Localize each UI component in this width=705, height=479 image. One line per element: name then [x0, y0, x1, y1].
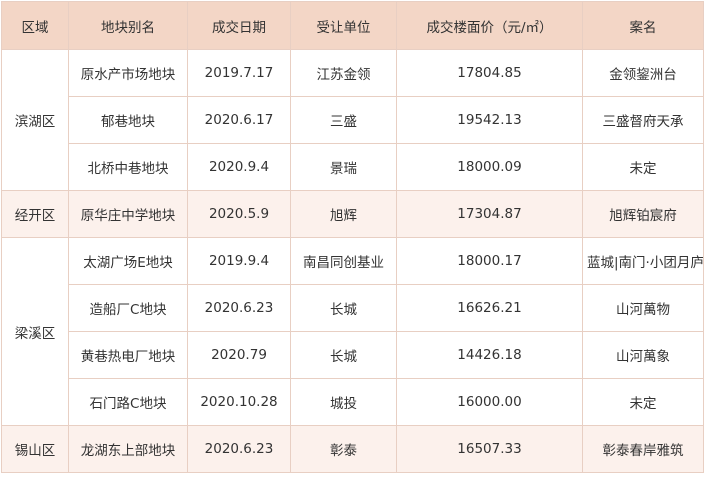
- district-cell: 经开区: [1, 190, 69, 238]
- project-name-cell: 蓝城|南门·小团月庐: [582, 237, 704, 285]
- floor-price-cell: 14426.18: [396, 331, 583, 379]
- deal-date-cell: 2020.79: [187, 331, 291, 379]
- plot-alias-cell: 太湖广场E地块: [68, 237, 188, 285]
- buyer-cell: 长城: [290, 331, 397, 379]
- plot-alias-cell: 原水产市场地块: [68, 49, 188, 97]
- plot-alias-cell: 黄巷热电厂地块: [68, 331, 188, 379]
- table-row: 郁巷地块 2020.6.17 三盛 19542.13 三盛督府天承: [2, 96, 704, 144]
- buyer-cell: 三盛: [290, 96, 397, 144]
- table-row: 滨湖区 原水产市场地块 2019.7.17 江苏金领 17804.85 金领鋆洲台: [1, 49, 704, 191]
- floor-price-cell: 18000.17: [396, 237, 583, 285]
- floor-price-cell: 16507.33: [396, 425, 583, 473]
- table-header-row: 区域 地块别名 成交日期 受让单位 成交楼面价（元/㎡） 案名: [1, 1, 704, 50]
- deal-date-cell: 2020.5.9: [187, 190, 291, 238]
- project-name-cell: 山河萬物: [582, 284, 704, 332]
- plot-alias-cell: 郁巷地块: [68, 96, 188, 144]
- table-row: 北桥中巷地块 2020.9.4 景瑞 18000.09 未定: [2, 143, 704, 191]
- floor-price-cell: 19542.13: [396, 96, 583, 144]
- floor-price-cell: 17804.85: [396, 49, 583, 97]
- plot-alias-cell: 原华庄中学地块: [68, 190, 188, 238]
- project-name-cell: 金领鋆洲台: [582, 49, 704, 97]
- deal-date-cell: 2020.6.23: [187, 284, 291, 332]
- table-row: 梁溪区 太湖广场E地块 2019.9.4 南昌同创基业 18000.17 蓝城|南门·小团…: [1, 237, 704, 426]
- header-floor-price: 成交楼面价（元/㎡）: [396, 1, 583, 50]
- district-cell: 滨湖区: [1, 49, 69, 191]
- buyer-cell: 城投: [290, 378, 397, 426]
- table-row: 造船厂C地块 2020.6.23 长城 16626.21 山河萬物: [2, 284, 704, 332]
- floor-price-cell: 18000.09: [396, 143, 583, 191]
- table-body: 滨湖区 原水产市场地块 2019.7.17 江苏金领 17804.85 金领鋆洲台 郁巷地块…: [1, 49, 704, 473]
- header-project-name: 案名: [582, 1, 704, 50]
- table-row: 黄巷热电厂地块 2020.79 长城 14426.18 山河萬象: [2, 331, 704, 379]
- plot-alias-cell: 造船厂C地块: [68, 284, 188, 332]
- table-row: 石门路C地块 2020.10.28 城投 16000.00 未定: [2, 378, 704, 426]
- floor-price-cell: 16626.21: [396, 284, 583, 332]
- header-deal-date: 成交日期: [187, 1, 291, 50]
- plot-alias-cell: 石门路C地块: [68, 378, 188, 426]
- project-name-cell: 山河萬象: [582, 331, 704, 379]
- buyer-cell: 江苏金领: [290, 49, 397, 97]
- project-name-cell: 未定: [582, 143, 704, 191]
- deal-date-cell: 2020.6.17: [187, 96, 291, 144]
- floor-price-cell: 17304.87: [396, 190, 583, 238]
- project-name-cell: 三盛督府天承: [582, 96, 704, 144]
- header-district: 区域: [1, 1, 69, 50]
- deal-date-cell: 2019.7.17: [187, 49, 291, 97]
- buyer-cell: 长城: [290, 284, 397, 332]
- project-name-cell: 未定: [582, 378, 704, 426]
- header-plot-alias: 地块别名: [68, 1, 188, 50]
- deal-date-cell: 2019.9.4: [187, 237, 291, 285]
- plot-alias-cell: 北桥中巷地块: [68, 143, 188, 191]
- table-row: 经开区 原华庄中学地块 2020.5.9 旭辉 17304.87 旭辉铂宸府: [1, 190, 704, 238]
- buyer-cell: 旭辉: [290, 190, 397, 238]
- district-cell: 梁溪区: [1, 237, 69, 426]
- deal-date-cell: 2020.9.4: [187, 143, 291, 191]
- project-name-cell: 彰泰春岸雅筑: [582, 425, 704, 473]
- buyer-cell: 彰泰: [290, 425, 397, 473]
- plot-alias-cell: 龙湖东上部地块: [68, 425, 188, 473]
- header-buyer: 受让单位: [290, 1, 397, 50]
- floor-price-cell: 16000.00: [396, 378, 583, 426]
- table-row: 锡山区 龙湖东上部地块 2020.6.23 彰泰 16507.33 彰泰春岸雅筑: [1, 425, 704, 473]
- deal-date-cell: 2020.10.28: [187, 378, 291, 426]
- buyer-cell: 南昌同创基业: [290, 237, 397, 285]
- project-name-cell: 旭辉铂宸府: [582, 190, 704, 238]
- buyer-cell: 景瑞: [290, 143, 397, 191]
- deal-date-cell: 2020.6.23: [187, 425, 291, 473]
- district-cell: 锡山区: [1, 425, 69, 473]
- land-transaction-table: 区域 地块别名 成交日期 受让单位 成交楼面价（元/㎡） 案名 滨湖区 原水产市场…: [1, 1, 704, 473]
